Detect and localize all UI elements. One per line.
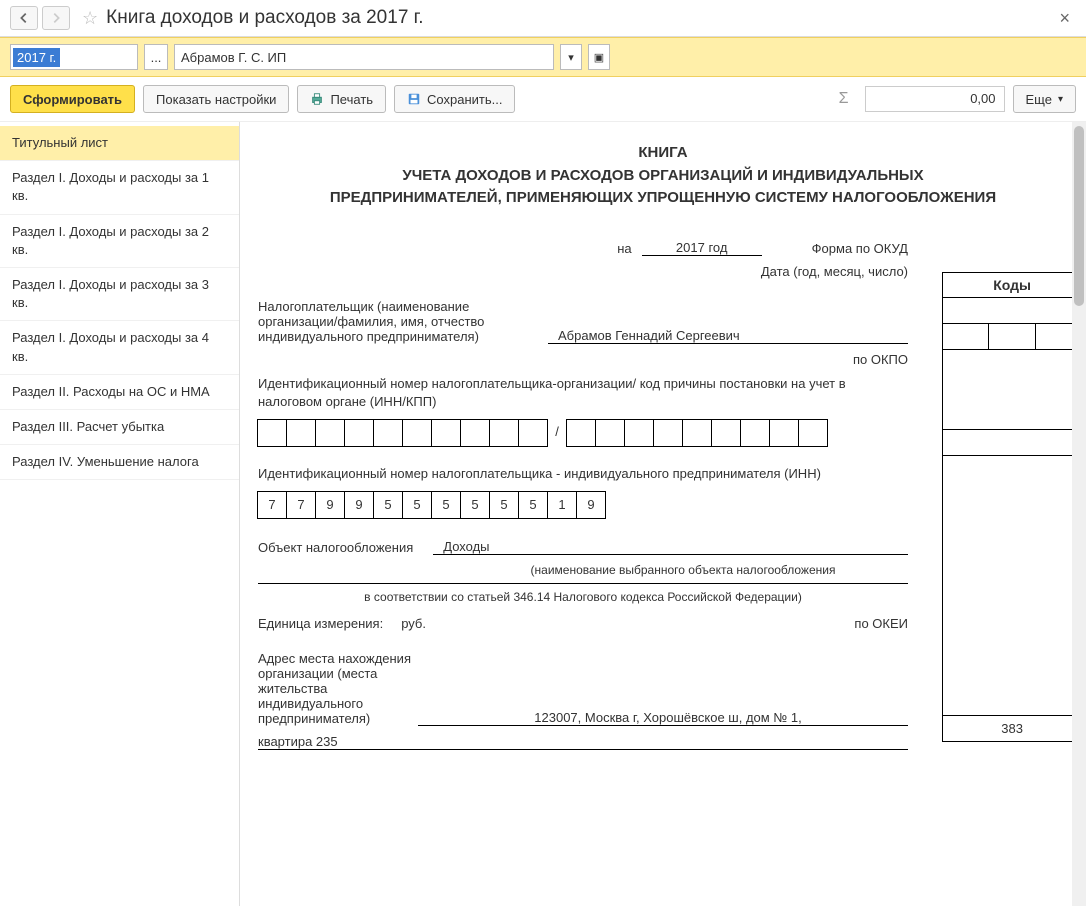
- more-button[interactable]: Еще ▾: [1013, 85, 1076, 113]
- sidebar-item-section1-q3[interactable]: Раздел I. Доходы и расходы за 3 кв.: [0, 268, 239, 321]
- inn-kpp-cells: /: [258, 419, 908, 447]
- forward-button[interactable]: [42, 6, 70, 30]
- sum-field[interactable]: 0,00: [865, 86, 1005, 112]
- print-button[interactable]: Печать: [297, 85, 386, 113]
- titlebar: ☆ Книга доходов и расходов за 2017 г. ×: [0, 0, 1086, 37]
- organization-value: Абрамов Г. С. ИП: [181, 50, 286, 65]
- favorite-star-icon[interactable]: ☆: [82, 8, 98, 29]
- toolbar: Сформировать Показать настройки Печать С…: [0, 77, 1086, 122]
- address-label: Адрес места нахождения организации (мест…: [258, 651, 418, 726]
- disk-icon: [407, 92, 421, 106]
- period-value: 2017 г.: [13, 48, 60, 67]
- object-label: Объект налогообложения: [258, 540, 413, 555]
- show-settings-button[interactable]: Показать настройки: [143, 85, 289, 113]
- sidebar: Титульный лист Раздел I. Доходы и расход…: [0, 122, 240, 906]
- filter-bar: 2017 г. ... Абрамов Г. С. ИП ▾ ▣: [0, 37, 1086, 77]
- address-line1: 123007, Москва г, Хорошёвское ш, дом № 1…: [418, 710, 908, 726]
- back-button[interactable]: [10, 6, 38, 30]
- inn-ip-label: Идентификационный номер налогоплательщик…: [258, 465, 908, 483]
- document-title: КНИГА УЧЕТА ДОХОДОВ И РАСХОДОВ ОРГАНИЗАЦ…: [318, 142, 1008, 210]
- codes-header: Коды: [943, 273, 1082, 298]
- period-picker-button[interactable]: ...: [144, 44, 168, 70]
- inn-ip-cells: 7 7 9 9 5 5 5 5 5 5 1 9: [258, 491, 908, 519]
- object-value: Доходы: [433, 539, 908, 555]
- unit-value: руб.: [401, 616, 426, 631]
- form-button[interactable]: Сформировать: [10, 85, 135, 113]
- sidebar-item-section1-q2[interactable]: Раздел I. Доходы и расходы за 2 кв.: [0, 215, 239, 268]
- law-note: в соответствии со статьей 346.14 Налогов…: [258, 590, 908, 604]
- organization-dropdown-button[interactable]: ▾: [560, 44, 582, 70]
- page-title: Книга доходов и расходов за 2017 г.: [106, 7, 423, 29]
- printer-icon: [310, 92, 324, 106]
- inn-kpp-label: Идентификационный номер налогоплательщик…: [258, 375, 908, 411]
- scrollbar-thumb[interactable]: [1074, 126, 1084, 306]
- scrollbar[interactable]: [1072, 122, 1086, 906]
- close-button[interactable]: ×: [1053, 8, 1076, 29]
- save-button[interactable]: Сохранить...: [394, 85, 515, 113]
- date-month-cell: [989, 324, 1035, 350]
- unit-label: Единица измерения:: [258, 616, 383, 631]
- object-note: (наименование выбранного объекта налогоо…: [458, 563, 908, 577]
- taxpayer-name: Абрамов Геннадий Сергеевич: [548, 328, 908, 344]
- document-content: КНИГА УЧЕТА ДОХОДОВ И РАСХОДОВ ОРГАНИЗАЦ…: [240, 122, 1086, 768]
- okei-label: по ОКЕИ: [854, 616, 908, 631]
- taxpayer-label: Налогоплательщик (наименование организац…: [258, 299, 538, 344]
- organization-open-button[interactable]: ▣: [588, 44, 610, 70]
- sidebar-item-section2[interactable]: Раздел II. Расходы на ОС и НМА: [0, 375, 239, 410]
- sigma-icon: Σ: [831, 90, 857, 108]
- year-value: 2017 год: [642, 240, 762, 256]
- okud-cell: [943, 298, 1082, 324]
- okpo-label: по ОКПО: [853, 352, 908, 367]
- period-input[interactable]: 2017 г.: [10, 44, 138, 70]
- codes-box: Коды 383: [942, 272, 1082, 742]
- sidebar-item-section1-q1[interactable]: Раздел I. Доходы и расходы за 1 кв.: [0, 161, 239, 214]
- okpo-cell: [943, 430, 1082, 456]
- form-okud-label: Форма по ОКУД: [812, 241, 908, 256]
- date-year-cell: [943, 324, 989, 350]
- organization-select[interactable]: Абрамов Г. С. ИП: [174, 44, 554, 70]
- okei-cell: 383: [943, 716, 1082, 742]
- date-label: Дата (год, месяц, число): [761, 264, 908, 279]
- sidebar-item-section3[interactable]: Раздел III. Расчет убытка: [0, 410, 239, 445]
- sidebar-item-section1-q4[interactable]: Раздел I. Доходы и расходы за 4 кв.: [0, 321, 239, 374]
- sidebar-item-title-page[interactable]: Титульный лист: [0, 126, 239, 161]
- spacer-cell-2: [943, 456, 1082, 716]
- spacer-cell: [943, 350, 1082, 430]
- address-line2: квартира 235: [258, 734, 908, 750]
- sidebar-item-section4[interactable]: Раздел IV. Уменьшение налога: [0, 445, 239, 480]
